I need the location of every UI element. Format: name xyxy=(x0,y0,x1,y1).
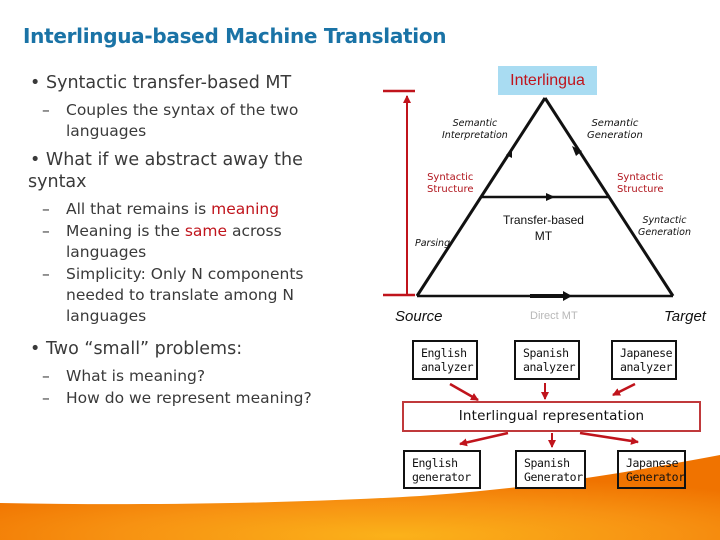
spanish-generator-box: Spanish Generator xyxy=(515,450,586,489)
english-analyzer-box: English analyzer xyxy=(412,340,478,380)
japanese-generator-box: Japanese Generator xyxy=(617,450,686,489)
syntactic-structure-left-label: Syntactic Structure xyxy=(427,172,474,195)
arrow-english-generator xyxy=(459,431,509,447)
syntactic-generation-label: Syntactic Generation xyxy=(638,215,691,238)
interlingual-representation-box: Interlingual representation xyxy=(402,401,701,432)
interlingua-label: Interlingua xyxy=(498,66,597,95)
arrow-transfer xyxy=(546,193,555,201)
japanese-analyzer-box: Japanese analyzer xyxy=(611,340,677,380)
transfer-based-mt-label: Transfer-based MT xyxy=(503,213,584,243)
target-label: Target xyxy=(664,308,706,325)
semantic-interpretation-label: Semantic Interpretation xyxy=(442,118,508,141)
arrow-japanese-analyzer xyxy=(612,382,636,397)
arrow-direct-mt xyxy=(563,291,572,301)
syntactic-structure-right-label: Syntactic Structure xyxy=(617,172,664,195)
source-label: Source xyxy=(395,308,443,325)
spanish-analyzer-box: Spanish analyzer xyxy=(514,340,580,380)
direct-mt-label: Direct MT xyxy=(530,310,578,322)
arrow-english-analyzer xyxy=(449,382,479,402)
english-generator-box: English generator xyxy=(403,450,481,489)
parsing-label: Parsing xyxy=(415,238,451,249)
mt-diagram: Interlingua Semantic Interpretation Seman… xyxy=(0,0,720,540)
arrow-japanese-generator xyxy=(579,431,639,445)
diagram-lines xyxy=(383,89,675,448)
semantic-generation-label: Semantic Generation xyxy=(587,118,643,141)
